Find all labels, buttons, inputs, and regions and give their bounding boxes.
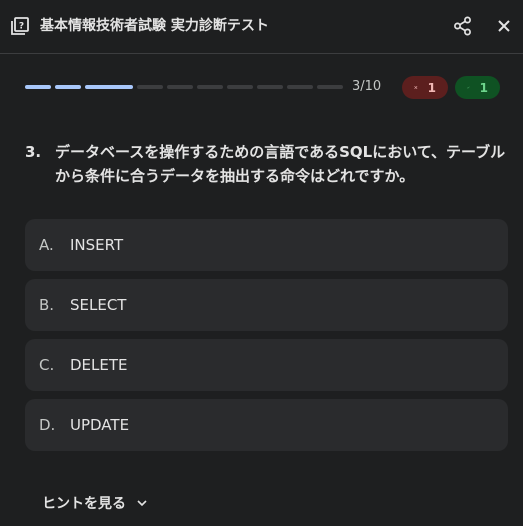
correct-count-badge: 1: [455, 76, 500, 99]
header: ? 基本情報技術者試験 実力診断テスト: [0, 0, 523, 54]
progress-counter: 3/10: [352, 79, 382, 94]
option-b[interactable]: B. SELECT: [25, 279, 508, 331]
wrong-count: 1: [427, 80, 436, 95]
option-letter: D.: [39, 416, 56, 434]
progress-segment: [197, 85, 223, 89]
share-button[interactable]: [452, 15, 474, 37]
progress-segment: [85, 85, 133, 89]
option-text: UPDATE: [70, 416, 130, 434]
option-letter: C.: [39, 356, 55, 374]
close-icon: [498, 20, 510, 32]
option-letter: A.: [39, 236, 54, 254]
question-number: 3.: [25, 143, 42, 161]
option-text: INSERT: [70, 236, 124, 254]
quiz-panel: ? 基本情報技術者試験 実力診断テスト 3/10 1 1 3. データベースを操…: [0, 0, 523, 526]
option-text: SELECT: [70, 296, 127, 314]
close-button[interactable]: [494, 16, 514, 36]
share-icon: [454, 16, 471, 36]
progress-segment: [287, 85, 313, 89]
progress-segment: [137, 85, 163, 89]
svg-text:?: ?: [19, 22, 24, 32]
hint-label: ヒントを見る: [42, 496, 126, 512]
option-letter: B.: [39, 296, 55, 314]
progress-segment: [25, 85, 51, 89]
progress-segment: [55, 85, 81, 89]
wrong-count-badge: 1: [402, 76, 448, 99]
option-c[interactable]: C. DELETE: [25, 339, 508, 391]
correct-count: 1: [479, 80, 488, 95]
progress-segment: [257, 85, 283, 89]
chevron-down-icon: [137, 500, 147, 507]
close-icon: [414, 85, 418, 90]
page-title: 基本情報技術者試験 実力診断テスト: [40, 18, 269, 34]
progress-segment: [317, 85, 343, 89]
progress-segment: [167, 85, 193, 89]
option-d[interactable]: D. UPDATE: [25, 399, 508, 451]
option-a[interactable]: A. INSERT: [25, 219, 508, 271]
show-hint-button[interactable]: ヒントを見る: [30, 486, 158, 520]
progress-bar: [25, 85, 343, 90]
option-text: DELETE: [70, 356, 128, 374]
check-icon: [467, 86, 470, 89]
progress-segment: [227, 85, 253, 89]
quiz-icon: ?: [10, 16, 30, 36]
question-text: データベースを操作するための言語であるSQLにおいて、テーブルから条件に合うデー…: [55, 143, 506, 185]
